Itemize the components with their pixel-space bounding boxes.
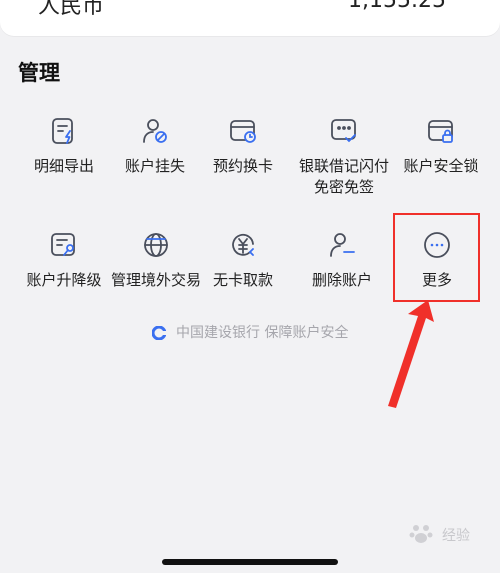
account-upgrade-button[interactable]: 账户升降级 [16,230,112,322]
watermark-text: 经验 [442,528,470,544]
item-label: 无卡取款 [212,271,273,289]
export-details-button[interactable]: 明细导出 [16,116,112,208]
document-wrench-icon [51,233,75,256]
account-balance-card: 人民币 1,155.25 [0,0,500,36]
unionpay-quickpass-button[interactable]: 银联借记闪付 免密免签 [296,116,392,208]
reserve-card-change-button[interactable]: 预约换卡 [195,116,291,208]
export-document-icon [52,118,73,144]
manage-overseas-transactions-button[interactable]: 管理境外交易 [107,230,205,322]
account-security-lock-button[interactable]: 账户安全锁 [389,116,493,208]
annotation-highlight-box [393,213,480,302]
card-clock-icon [230,120,256,143]
watermark: 经验 [408,520,470,546]
card-chat-icon [331,119,356,143]
delete-account-button[interactable]: 删除账户 [294,230,390,322]
item-label: 账户安全锁 [403,157,479,175]
user-remove-icon [330,233,355,257]
yuan-cycle-icon [232,233,254,256]
item-label: 预约换卡 [212,157,273,175]
cardless-withdrawal-button[interactable]: 无卡取款 [195,230,291,322]
item-label: 管理境外交易 [110,271,201,289]
section-title: 管理 [18,61,60,85]
security-footer: 中国建设银行 保障账户安全 [0,322,500,342]
annotation-arrow [388,300,434,408]
user-block-icon [143,119,167,143]
ccb-logo-icon [151,326,166,340]
globe-icon [144,233,168,257]
item-label: 账户挂失 [124,157,185,175]
item-label: 明细导出 [33,157,94,175]
paw-logo-icon [409,525,433,543]
home-indicator[interactable] [162,559,338,565]
card-lock-icon [428,120,453,143]
balance-value: 1,155.25 [348,0,446,13]
item-label: 删除账户 [311,271,372,289]
item-label-line1: 银联借记闪付 [298,157,389,175]
report-loss-button[interactable]: 账户挂失 [107,116,203,208]
item-label: 账户升降级 [26,271,102,289]
footer-text: 中国建设银行 保障账户安全 [176,325,349,341]
item-label-line2: 免密免签 [313,178,374,196]
currency-label: 人民币 [38,0,105,19]
